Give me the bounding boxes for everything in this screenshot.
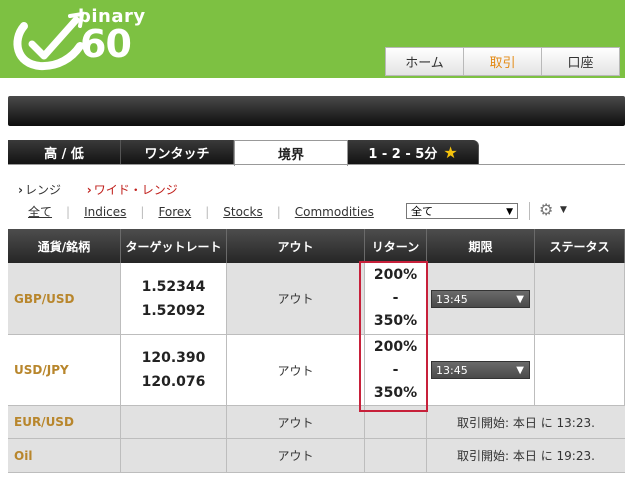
out-cell: アウト	[227, 406, 365, 438]
site-header: binary 60 ホーム 取引 口座	[0, 0, 625, 78]
trade-type-tabs: 高 / 低 ワンタッチ 境界 1 - 2 - 5分 ★	[8, 140, 479, 166]
logo-number: 60	[80, 22, 132, 66]
target-rate-cell	[121, 439, 227, 472]
star-icon: ★	[443, 143, 458, 162]
header-expiry: 期限	[427, 229, 535, 263]
out-cell[interactable]: アウト	[227, 263, 365, 334]
symbol-cell: USD/JPY	[8, 335, 121, 405]
divider: |	[66, 204, 71, 219]
table-row: GBP/USD 1.52344 1.52092 アウト 200% - 350% …	[8, 263, 625, 335]
return-highlight-box	[359, 261, 428, 412]
expiry-dropdown[interactable]: 13:45 ▼	[431, 361, 530, 379]
category-commodities[interactable]: Commodities	[295, 205, 374, 219]
header-return: リターン	[365, 229, 427, 263]
tab-one-touch[interactable]: ワンタッチ	[121, 140, 234, 165]
divider: |	[140, 204, 145, 219]
filter-range[interactable]: › レンジ	[18, 183, 61, 197]
target-rate-cell: 120.390 120.076	[121, 335, 227, 405]
status-cell: 取引開始: 本日 に 13:23.	[457, 415, 595, 430]
out-cell: アウト	[227, 439, 365, 472]
filter-wide-range[interactable]: › ワイド・レンジ	[87, 183, 178, 197]
category-indices[interactable]: Indices	[84, 205, 126, 219]
tab-high-low[interactable]: 高 / 低	[8, 140, 121, 165]
nav-trade[interactable]: 取引	[463, 47, 542, 76]
dropdown-arrow-icon: ▼	[516, 365, 524, 376]
caret-down-icon[interactable]: ▼	[560, 205, 567, 215]
chevron-right-icon: ›	[86, 183, 92, 197]
dropdown-arrow-icon: ▼	[506, 207, 513, 217]
symbol-cell: Oil	[8, 439, 121, 472]
category-stocks[interactable]: Stocks	[223, 205, 262, 219]
category-forex[interactable]: Forex	[158, 205, 191, 219]
nav-home[interactable]: ホーム	[385, 47, 464, 76]
trade-table: 通貨/銘柄 ターゲットレート アウト リターン 期限 ステータス GBP/USD…	[8, 229, 625, 473]
sub-filters: › レンジ › ワイド・レンジ	[18, 181, 200, 198]
dark-banner-bar	[8, 96, 625, 126]
category-links: 全て | Indices | Forex | Stocks | Commodit…	[28, 203, 374, 220]
target-rate-cell: 1.52344 1.52092	[121, 263, 227, 334]
expiry-dropdown[interactable]: 13:45 ▼	[431, 289, 530, 308]
expiry-cell: 13:45 ▼	[427, 263, 535, 334]
status-cell	[535, 263, 625, 334]
header-target-rate: ターゲットレート	[121, 229, 227, 263]
symbol-cell: GBP/USD	[8, 263, 121, 334]
top-nav: ホーム 取引 口座	[385, 47, 620, 76]
divider: |	[205, 204, 210, 219]
return-cell	[365, 439, 427, 472]
out-cell[interactable]: アウト	[227, 335, 365, 405]
tab-1-2-5-min[interactable]: 1 - 2 - 5分 ★	[348, 140, 479, 165]
target-rate-cell	[121, 406, 227, 438]
status-cell: 取引開始: 本日 に 19:23.	[457, 449, 595, 463]
nav-account[interactable]: 口座	[541, 47, 620, 76]
divider: |	[276, 204, 281, 219]
category-select[interactable]: 全て ▼	[406, 203, 518, 219]
divider	[529, 202, 530, 220]
tab-underline	[8, 164, 625, 165]
status-cell	[535, 335, 625, 405]
symbol-cell: EUR/USD	[8, 406, 121, 438]
tab-boundary[interactable]: 境界	[234, 140, 348, 166]
category-all[interactable]: 全て	[28, 203, 52, 220]
table-header: 通貨/銘柄 ターゲットレート アウト リターン 期限 ステータス	[8, 229, 625, 263]
table-row: USD/JPY 120.390 120.076 アウト 200% - 350% …	[8, 335, 625, 406]
table-row: Oil アウト 取引開始: 本日 に 19:23.	[8, 439, 625, 473]
dropdown-arrow-icon: ▼	[516, 293, 524, 305]
table-row: EUR/USD アウト 取引開始: 本日 に 13:23.	[8, 406, 625, 439]
header-out: アウト	[227, 229, 365, 263]
expiry-cell: 13:45 ▼	[427, 335, 535, 405]
header-symbol: 通貨/銘柄	[8, 229, 121, 263]
chevron-right-icon: ›	[18, 183, 23, 197]
gear-icon[interactable]: ⚙	[539, 200, 553, 219]
header-status: ステータス	[535, 229, 625, 263]
